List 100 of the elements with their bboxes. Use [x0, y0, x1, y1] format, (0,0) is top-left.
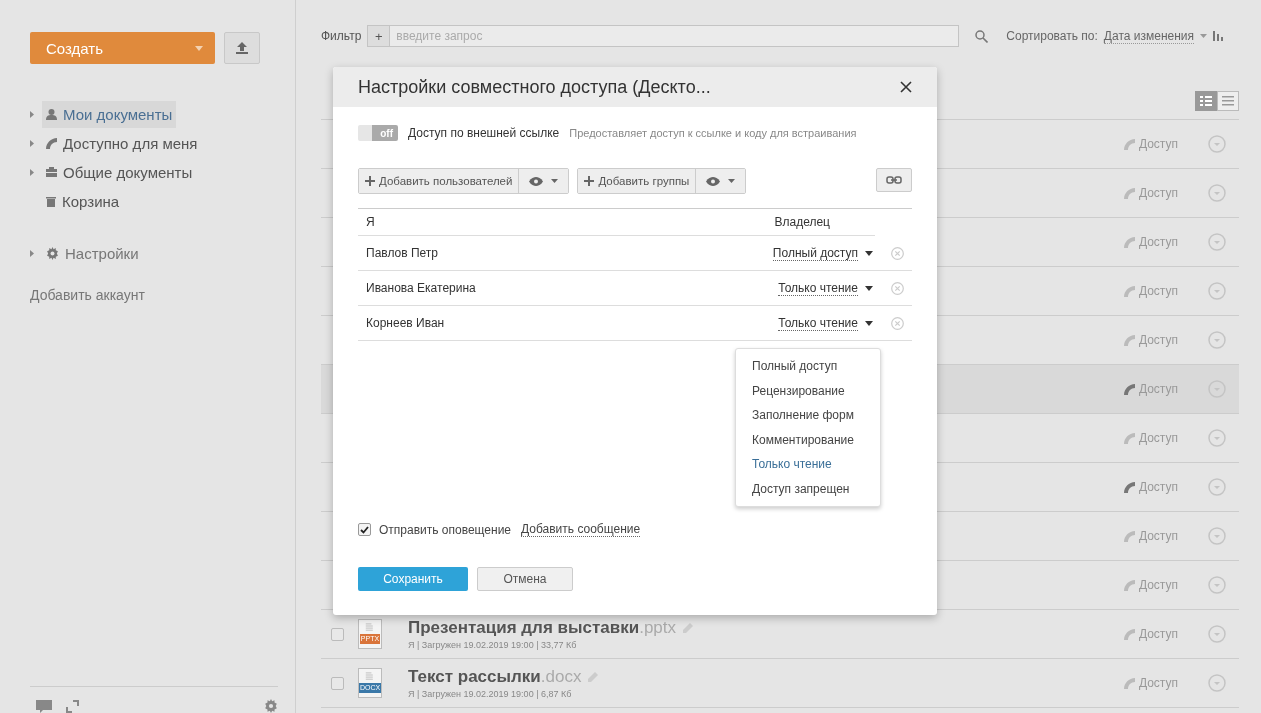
dropdown-icon[interactable] — [1208, 625, 1226, 643]
link-icon — [886, 176, 902, 184]
caret-icon[interactable] — [865, 320, 873, 326]
close-icon[interactable] — [900, 81, 912, 93]
filter-field[interactable]: введите запрос — [389, 25, 960, 47]
share-icon — [1123, 628, 1135, 640]
eye-icon — [706, 176, 721, 186]
sidebar-item[interactable]: Доступно для меня — [42, 129, 202, 157]
settings-item[interactable]: Настройки — [42, 239, 143, 267]
dropdown-icon[interactable] — [1208, 478, 1226, 496]
hint-text: Предоставляет доступ к ссылке и коду для встраивания — [569, 127, 857, 139]
menu-item[interactable]: Рецензирование — [736, 378, 880, 403]
sidebar-item[interactable]: Мои документы — [42, 100, 177, 128]
caret-icon[interactable] — [865, 250, 873, 256]
toggle-label: Доступ по внешней ссылке — [408, 126, 560, 140]
menu-item[interactable]: Комментирование — [736, 427, 880, 452]
file-extension: .docx — [540, 667, 582, 687]
dropdown-icon[interactable] — [1208, 429, 1226, 447]
file-extension: .pptx — [639, 618, 677, 638]
trash-icon — [46, 195, 56, 207]
gear-icon — [46, 246, 59, 260]
menu-item[interactable]: Полный доступ — [736, 354, 880, 379]
expander-icon[interactable] — [30, 139, 34, 147]
sort-link[interactable]: Дата изменения — [1103, 28, 1195, 44]
sidebar-item[interactable]: Корзина — [42, 187, 124, 215]
file-name[interactable]: Текст рассылки — [408, 667, 541, 687]
dropdown-icon[interactable] — [1208, 527, 1226, 545]
view-options-button[interactable] — [695, 169, 746, 193]
dropdown-icon[interactable] — [1208, 331, 1226, 349]
expander-icon[interactable] — [30, 168, 34, 176]
file-meta: Я | Загружен 19.02.2019 19:00 | 33,77 Кб — [408, 640, 578, 650]
dropdown-icon[interactable] — [1208, 233, 1226, 251]
settings-icon[interactable] — [264, 699, 278, 713]
caret-icon — [728, 179, 736, 183]
list-view-icon[interactable] — [1195, 91, 1217, 111]
dropdown-icon[interactable] — [1208, 576, 1226, 594]
checkbox[interactable] — [331, 627, 344, 641]
sort-order-icon[interactable] — [1213, 31, 1225, 41]
search-icon[interactable] — [975, 29, 989, 43]
member-name: Корнеев Иван — [366, 316, 445, 330]
dropdown-icon[interactable] — [1208, 282, 1226, 300]
add-account-link[interactable]: Добавить аккаунт — [30, 287, 295, 303]
expander-icon[interactable] — [30, 110, 34, 118]
rights-dropdown[interactable]: Полный доступ — [772, 245, 858, 261]
share-icon — [1123, 187, 1135, 199]
link-button[interactable] — [876, 168, 912, 192]
dropdown-icon[interactable] — [1208, 135, 1226, 153]
checkbox-label: Отправить оповещение — [379, 522, 511, 537]
remove-icon[interactable] — [891, 246, 904, 260]
upload-icon — [236, 42, 248, 54]
view-options-button[interactable] — [518, 169, 569, 193]
user-icon — [46, 108, 57, 120]
upload-button[interactable] — [224, 32, 260, 64]
menu-item[interactable]: Заполнение форм — [736, 403, 880, 428]
rights-dropdown[interactable]: Только чтение — [778, 315, 858, 331]
member-name: Иванова Екатерина — [366, 281, 476, 295]
share-icon — [1123, 579, 1135, 591]
dropdown-icon[interactable] — [1208, 184, 1226, 202]
checkbox[interactable] — [358, 523, 371, 536]
plus-icon — [365, 176, 375, 186]
share-icon — [1123, 285, 1135, 297]
plus-icon — [584, 176, 595, 186]
remove-icon[interactable] — [891, 316, 904, 330]
file-meta: Я | Загружен 19.02.2019 19:00 | 6,87 Кб — [408, 689, 573, 699]
dropdown-icon[interactable] — [1208, 674, 1226, 692]
pencil-icon[interactable] — [587, 671, 599, 683]
remove-icon[interactable] — [891, 281, 904, 295]
share-icon — [1123, 383, 1135, 395]
share-icon — [1123, 334, 1135, 346]
pencil-icon[interactable] — [682, 622, 694, 634]
share-icon — [1123, 138, 1135, 150]
sidebar-item[interactable]: Общие документы — [42, 158, 197, 186]
menu-item[interactable]: Только чтение — [736, 452, 880, 477]
rights-dropdown[interactable]: Только чтение — [778, 280, 858, 296]
sort-label: Сортировать по: — [1006, 29, 1098, 43]
menu-item[interactable]: Доступ запрещен — [736, 476, 880, 501]
expand-icon[interactable] — [66, 700, 79, 713]
cancel-button[interactable]: Отмена — [477, 567, 573, 591]
add-filter-button[interactable]: + — [367, 25, 390, 47]
share-icon — [1123, 530, 1135, 542]
compact-view-icon[interactable] — [1217, 91, 1239, 111]
caret-icon — [551, 179, 559, 183]
member-name: Павлов Петр — [366, 246, 438, 260]
add-message-link[interactable]: Добавить сообщение — [521, 522, 641, 537]
share-icon — [1123, 236, 1135, 248]
file-name[interactable]: Презентация для выставки — [408, 618, 640, 638]
caret-icon[interactable] — [865, 285, 873, 291]
member-name: Я — [366, 215, 375, 229]
filter-label: Фильтр — [321, 29, 362, 43]
chat-icon[interactable] — [36, 700, 52, 713]
caret-icon — [195, 45, 203, 51]
expander-icon[interactable] — [30, 249, 34, 257]
owner-label: Владелец — [774, 215, 830, 229]
eye-icon — [529, 176, 544, 186]
share-icon — [1123, 481, 1135, 493]
share-icon — [1123, 432, 1135, 444]
share-icon — [46, 137, 57, 149]
checkbox[interactable] — [331, 676, 344, 690]
share-icon — [1123, 677, 1135, 689]
briefcase-icon — [46, 167, 57, 177]
